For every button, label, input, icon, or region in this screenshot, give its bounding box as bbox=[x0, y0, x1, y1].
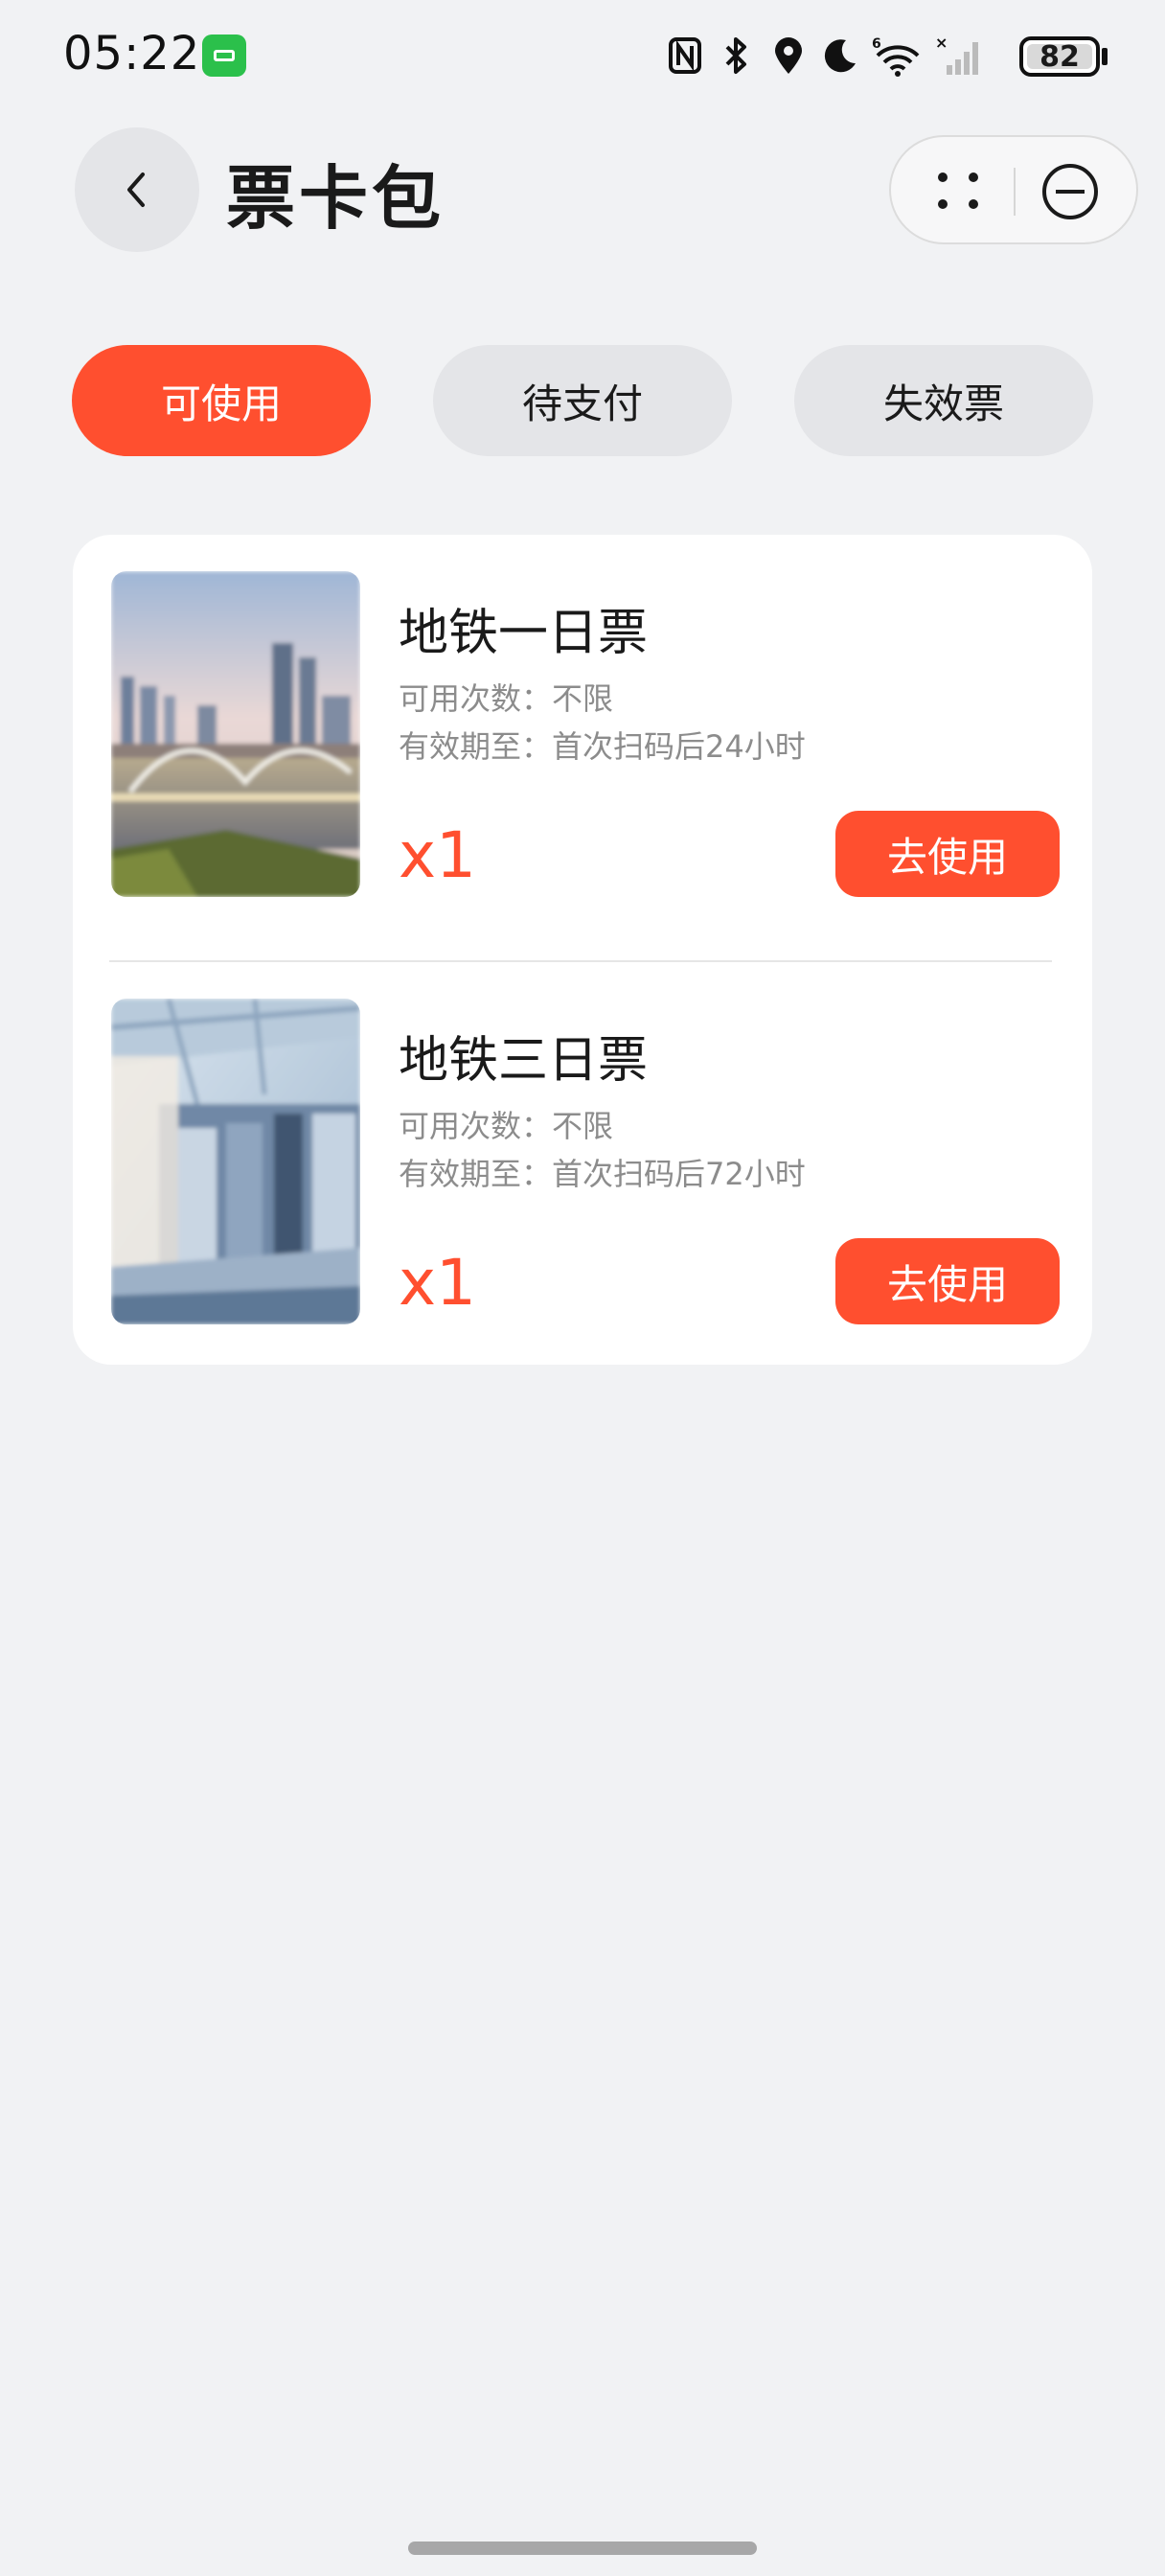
status-icons: 6 × bbox=[665, 29, 983, 82]
battery-level: 82 bbox=[1039, 39, 1080, 74]
more-button[interactable] bbox=[929, 164, 987, 218]
ticket-item[interactable]: 地铁三日票 可用次数：不限 有效期至：首次扫码后72小时 x1 去使用 bbox=[111, 999, 1060, 1344]
capsule-divider bbox=[1014, 168, 1016, 216]
close-button[interactable] bbox=[1040, 162, 1100, 221]
moon-icon bbox=[820, 35, 860, 76]
home-indicator[interactable] bbox=[408, 2542, 757, 2555]
status-time: 05:22 bbox=[63, 27, 201, 80]
page-title: 票卡包 bbox=[226, 158, 445, 239]
ticket-validity: 有效期至：首次扫码后24小时 bbox=[399, 728, 806, 765]
ticket-quantity: x1 bbox=[399, 818, 477, 892]
tab-expired[interactable]: 失效票 bbox=[794, 345, 1093, 456]
dots-icon bbox=[938, 172, 978, 209]
notification-app-icon bbox=[202, 34, 246, 77]
bluetooth-icon bbox=[717, 35, 757, 76]
location-icon bbox=[768, 35, 809, 76]
ticket-image-subway bbox=[111, 999, 360, 1324]
battery-tip bbox=[1102, 48, 1108, 65]
wifi-6-icon: 6 bbox=[872, 35, 924, 77]
ticket-name: 地铁一日票 bbox=[399, 605, 649, 662]
use-ticket-button[interactable]: 去使用 bbox=[835, 1238, 1060, 1324]
minus-circle-icon bbox=[1042, 164, 1098, 219]
chevron-left-icon bbox=[127, 172, 145, 207]
back-button[interactable] bbox=[75, 127, 199, 252]
tab-available[interactable]: 可使用 bbox=[72, 345, 371, 456]
use-ticket-button[interactable]: 去使用 bbox=[835, 811, 1060, 897]
nfc-icon bbox=[665, 35, 705, 76]
ticket-uses: 可用次数：不限 bbox=[399, 680, 614, 717]
ticket-uses: 可用次数：不限 bbox=[399, 1108, 614, 1144]
svg-text:6: 6 bbox=[872, 36, 881, 52]
battery-icon: 82 bbox=[1019, 36, 1100, 77]
mini-program-capsule bbox=[889, 135, 1138, 244]
ticket-name: 地铁三日票 bbox=[399, 1032, 649, 1090]
ticket-quantity: x1 bbox=[399, 1246, 477, 1320]
ticket-image-city bbox=[111, 571, 360, 897]
ticket-divider bbox=[109, 960, 1052, 962]
signal-icon: × bbox=[935, 34, 983, 76]
ticket-validity: 有效期至：首次扫码后72小时 bbox=[399, 1156, 806, 1192]
ticket-item[interactable]: 地铁一日票 可用次数：不限 有效期至：首次扫码后24小时 x1 去使用 bbox=[111, 571, 1060, 916]
ticket-list-card: 地铁一日票 可用次数：不限 有效期至：首次扫码后24小时 x1 去使用 地铁三日… bbox=[73, 535, 1092, 1365]
tab-pending-payment[interactable]: 待支付 bbox=[433, 345, 732, 456]
svg-text:×: × bbox=[935, 34, 948, 52]
status-bar: 05:22 6 × 82 bbox=[0, 0, 1165, 105]
